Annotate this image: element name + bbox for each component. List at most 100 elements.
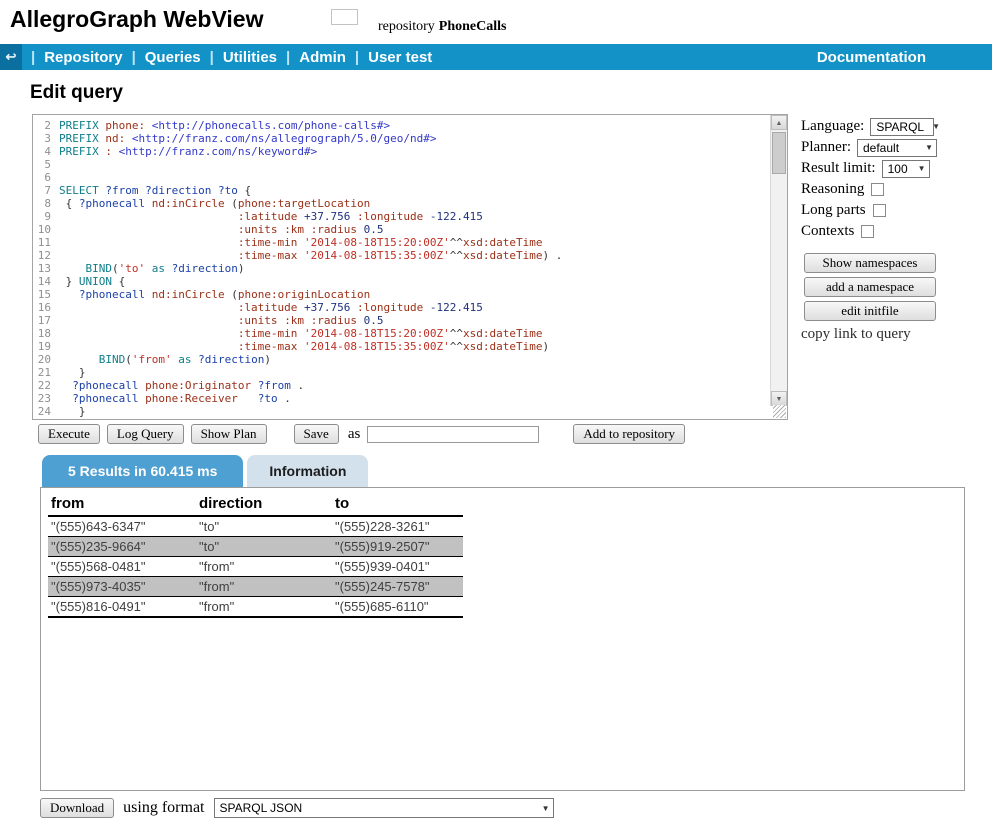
code-line[interactable]: 15 ?phonecall nd:inCircle (phone:originL…	[33, 288, 770, 301]
column-direction: direction	[196, 493, 332, 516]
result-limit-select[interactable]: 100 ▼	[882, 160, 930, 178]
code-line[interactable]: 14 } UNION {	[33, 275, 770, 288]
line-number: 2	[33, 119, 59, 132]
line-number: 13	[33, 262, 59, 275]
line-number: 8	[33, 197, 59, 210]
show-namespaces-button[interactable]: Show namespaces	[804, 253, 936, 273]
table-cell: "from"	[196, 597, 332, 618]
table-cell: "to"	[196, 537, 332, 557]
repository-word: repository	[378, 19, 435, 34]
code-line[interactable]: 17 :units :km :radius 0.5	[33, 314, 770, 327]
add-namespace-button[interactable]: add a namespace	[804, 277, 936, 297]
header-mini-input[interactable]	[331, 9, 358, 25]
contexts-checkbox[interactable]	[861, 225, 874, 238]
code-line[interactable]: 20 BIND('from' as ?direction)	[33, 353, 770, 366]
query-actions: Execute Log Query Show Plan Save as Add …	[38, 424, 685, 444]
nav-item-queries[interactable]: Queries	[145, 49, 201, 66]
result-limit-row: Result limit: 100 ▼	[801, 158, 991, 179]
resize-grip-icon[interactable]	[773, 405, 786, 418]
reasoning-label: Reasoning	[801, 181, 864, 198]
code-line[interactable]: 13 BIND('to' as ?direction)	[33, 262, 770, 275]
line-number: 10	[33, 223, 59, 236]
code-line[interactable]: 6	[33, 171, 770, 184]
code-line[interactable]: 2PREFIX phone: <http://phonecalls.com/ph…	[33, 119, 770, 132]
download-bar: Download using format SPARQL JSON ▼	[40, 798, 554, 818]
table-row[interactable]: "(555)973-4035""from""(555)245-7578"	[48, 577, 463, 597]
as-label: as	[348, 426, 361, 443]
table-cell: "(555)228-3261"	[332, 516, 463, 537]
table-row[interactable]: "(555)643-6347""to""(555)228-3261"	[48, 516, 463, 537]
code-line[interactable]: 7SELECT ?from ?direction ?to {	[33, 184, 770, 197]
copy-link-to-query[interactable]: copy link to query	[801, 326, 991, 343]
tab-information[interactable]: Information	[247, 455, 368, 487]
code-area[interactable]: 2PREFIX phone: <http://phonecalls.com/ph…	[33, 115, 770, 419]
nav-item-utilities[interactable]: Utilities	[223, 49, 277, 66]
column-to: to	[332, 493, 463, 516]
scrollbar-thumb[interactable]	[772, 132, 786, 174]
table-row[interactable]: "(555)816-0491""from""(555)685-6110"	[48, 597, 463, 618]
code-line[interactable]: 16 :latitude +37.756 :longitude -122.415	[33, 301, 770, 314]
table-cell: "(555)973-4035"	[48, 577, 196, 597]
editor-scrollbar[interactable]: ▲ ▼	[770, 115, 787, 406]
code-line[interactable]: 10 :units :km :radius 0.5	[33, 223, 770, 236]
language-label: Language:	[801, 118, 864, 135]
line-number: 24	[33, 405, 59, 418]
edit-initfile-button[interactable]: edit initfile	[804, 301, 936, 321]
code-line[interactable]: 21 }	[33, 366, 770, 379]
format-select[interactable]: SPARQL JSON ▼	[214, 798, 554, 818]
reasoning-checkbox[interactable]	[871, 183, 884, 196]
code-line[interactable]: 24 }	[33, 405, 770, 418]
download-button[interactable]: Download	[40, 798, 114, 818]
code-line[interactable]: 22 ?phonecall phone:Originator ?from .	[33, 379, 770, 392]
chevron-down-icon: ▼	[918, 164, 926, 173]
code-line[interactable]: 8 { ?phonecall nd:inCircle (phone:target…	[33, 197, 770, 210]
line-number: 14	[33, 275, 59, 288]
table-cell: "(555)245-7578"	[332, 577, 463, 597]
code-line[interactable]: 11 :time-min '2014-08-18T15:20:00Z'^^xsd…	[33, 236, 770, 249]
planner-select[interactable]: default ▼	[857, 139, 937, 157]
table-row[interactable]: "(555)568-0481""from""(555)939-0401"	[48, 557, 463, 577]
long-parts-checkbox[interactable]	[873, 204, 886, 217]
table-row[interactable]: "(555)235-9664""to""(555)919-2507"	[48, 537, 463, 557]
line-number: 3	[33, 132, 59, 145]
format-value: SPARQL JSON	[220, 801, 303, 815]
nav-separator: |	[210, 49, 214, 66]
page-title: Edit query	[30, 82, 123, 104]
scroll-up-icon[interactable]: ▲	[771, 115, 787, 130]
show-plan-button[interactable]: Show Plan	[191, 424, 267, 444]
scroll-down-icon[interactable]: ▼	[771, 391, 787, 406]
add-to-repository-button[interactable]: Add to repository	[573, 424, 685, 444]
code-line[interactable]: 23 ?phonecall phone:Receiver ?to .	[33, 392, 770, 405]
query-editor[interactable]: 2PREFIX phone: <http://phonecalls.com/ph…	[32, 114, 788, 420]
code-line[interactable]: 4PREFIX : <http://franz.com/ns/keyword#>	[33, 145, 770, 158]
nav-item-documentation[interactable]: Documentation	[817, 49, 926, 66]
log-query-button[interactable]: Log Query	[107, 424, 184, 444]
chevron-down-icon: ▼	[932, 122, 940, 131]
line-number: 16	[33, 301, 59, 314]
nav-item-user-test[interactable]: User test	[368, 49, 432, 66]
nav-separator: |	[132, 49, 136, 66]
line-number: 21	[33, 366, 59, 379]
table-cell: "from"	[196, 577, 332, 597]
execute-button[interactable]: Execute	[38, 424, 100, 444]
code-line[interactable]: 3PREFIX nd: <http://franz.com/ns/allegro…	[33, 132, 770, 145]
chevron-down-icon: ▼	[925, 143, 933, 152]
save-name-input[interactable]	[367, 426, 539, 443]
line-number: 23	[33, 392, 59, 405]
nav-item-repository[interactable]: Repository	[44, 49, 122, 66]
code-line[interactable]: 19 :time-max '2014-08-18T15:35:00Z'^^xsd…	[33, 340, 770, 353]
back-icon[interactable]: ↩	[0, 44, 22, 70]
column-from: from	[48, 493, 196, 516]
code-line[interactable]: 18 :time-min '2014-08-18T15:20:00Z'^^xsd…	[33, 327, 770, 340]
tab-results[interactable]: 5 Results in 60.415 ms	[42, 455, 243, 487]
language-value: SPARQL	[876, 120, 924, 134]
language-select[interactable]: SPARQL ▼	[870, 118, 934, 136]
code-line[interactable]: 5	[33, 158, 770, 171]
code-line[interactable]: 12 :time-max '2014-08-18T15:35:00Z'^^xsd…	[33, 249, 770, 262]
line-number: 19	[33, 340, 59, 353]
save-button[interactable]: Save	[294, 424, 339, 444]
table-cell: "from"	[196, 557, 332, 577]
code-line[interactable]: 9 :latitude +37.756 :longitude -122.415	[33, 210, 770, 223]
nav-item-admin[interactable]: Admin	[299, 49, 346, 66]
planner-row: Planner: default ▼	[801, 137, 991, 158]
